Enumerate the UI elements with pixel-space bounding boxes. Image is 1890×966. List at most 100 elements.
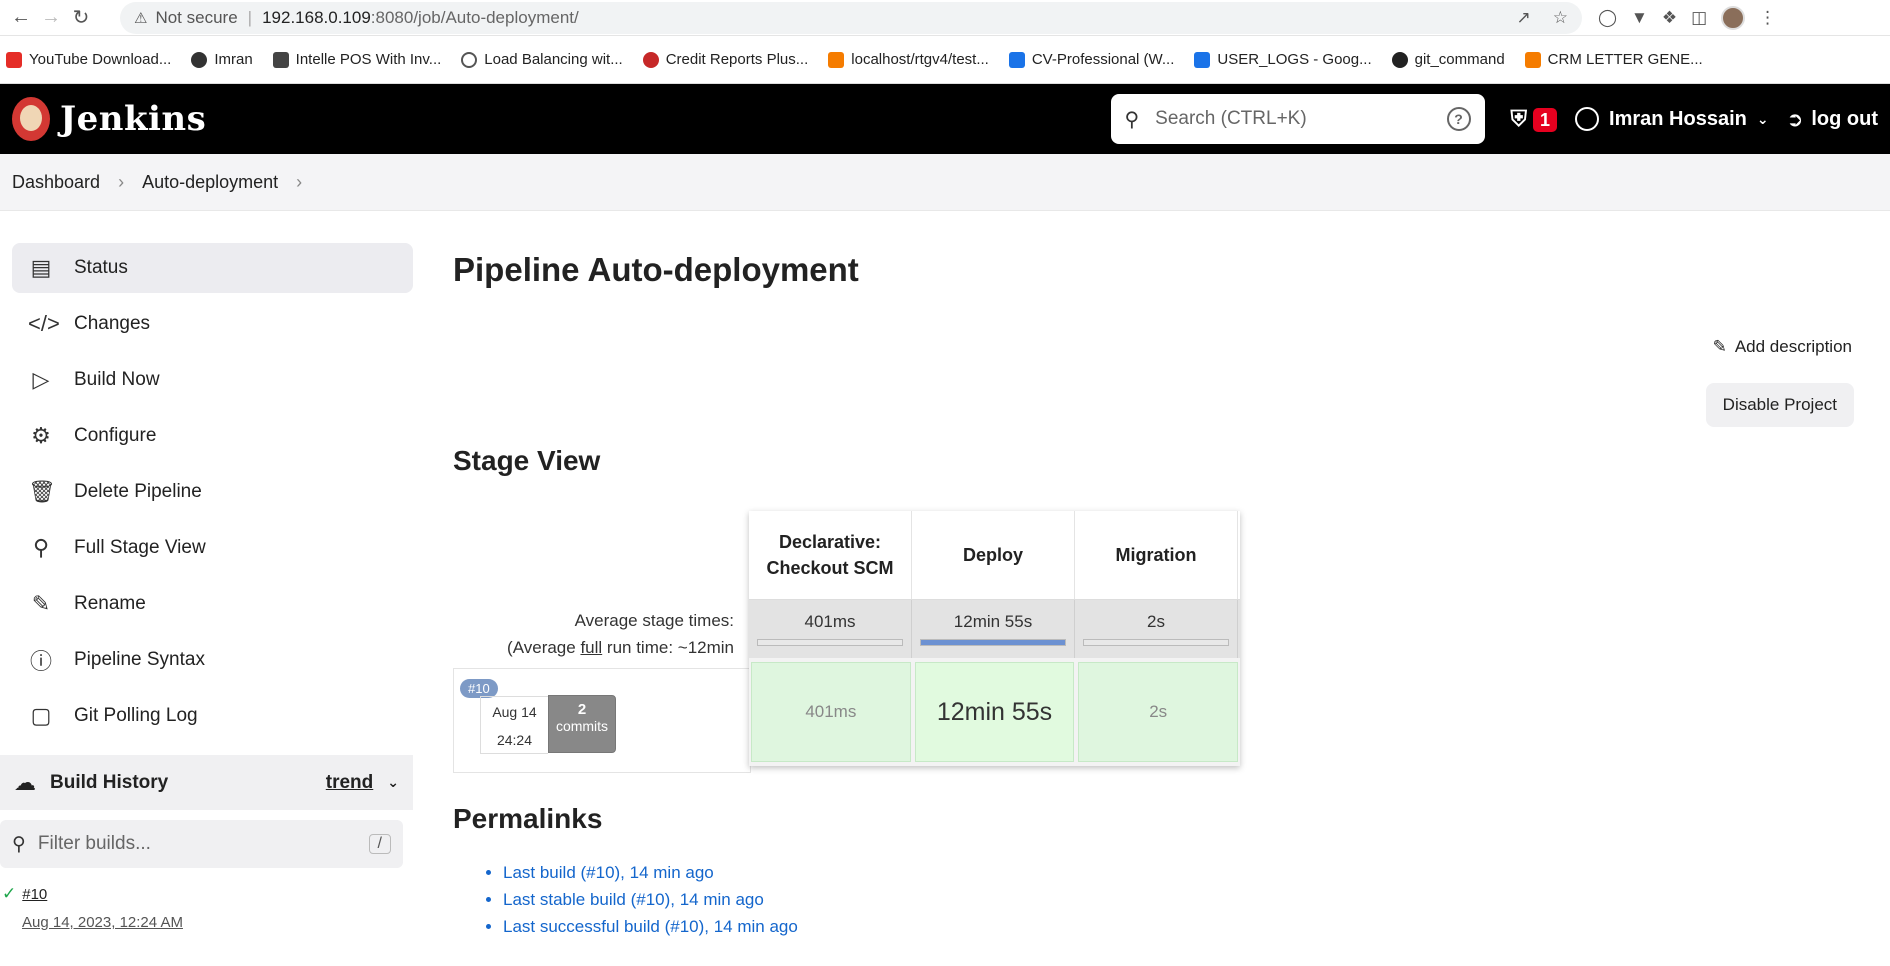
sidebar-item-label: Full Stage View xyxy=(74,537,206,558)
bookmark-item[interactable]: Imran xyxy=(191,51,253,68)
vue-extension-icon[interactable]: ▼ xyxy=(1631,8,1648,28)
build-history-item[interactable]: ✓ #10 Aug 14, 2023, 12:24 AM xyxy=(2,884,413,931)
stage-average-time: 2s xyxy=(1147,612,1165,631)
page-title: Pipeline Auto-deployment xyxy=(453,251,859,288)
stage-average-bar xyxy=(1083,639,1229,646)
breadcrumb-job[interactable]: Auto-deployment xyxy=(142,172,278,193)
user-icon xyxy=(1575,107,1600,131)
reload-icon[interactable]: ↻ xyxy=(66,3,96,33)
sidebar-item-label: Git Polling Log xyxy=(74,705,198,726)
sidebar-item-build-now[interactable]: ▷ Build Now xyxy=(12,355,413,405)
permalink-label[interactable]: Last successful build (#10), 14 min ago xyxy=(503,917,798,936)
bookmark-label: Credit Reports Plus... xyxy=(665,51,809,68)
full-runtime-link[interactable]: full xyxy=(580,638,602,657)
permalinks-title: Permalinks xyxy=(453,803,603,834)
bookmark-item[interactable]: YouTube Download... xyxy=(6,51,171,68)
bookmark-favicon-icon xyxy=(191,51,208,68)
address-bar[interactable]: ⚠ Not secure | 192.168.0.109 :8080/job/A… xyxy=(120,1,1582,34)
sidepanel-icon[interactable]: ◫ xyxy=(1691,8,1707,28)
sidebar-item-pipeline-syntax[interactable]: ⓘ Pipeline Syntax xyxy=(12,635,413,685)
chevron-down-icon[interactable]: ⌄ xyxy=(387,774,399,791)
build-date-link[interactable]: Aug 14, 2023, 12:24 AM xyxy=(22,914,413,931)
help-icon: ⓘ xyxy=(29,649,52,674)
sidebar-item-label: Status xyxy=(74,257,128,278)
stage-header: Deploy xyxy=(912,511,1075,599)
average-times-line: Average stage times: xyxy=(574,611,734,630)
bookmark-item[interactable]: localhost/rtgv4/test... xyxy=(828,51,989,68)
stage-cell-success[interactable]: 12min 55s xyxy=(914,662,1075,762)
trash-icon: 🗑 xyxy=(28,479,56,504)
filter-builds-input[interactable]: ⚲ Filter builds... / xyxy=(0,820,403,868)
security-label: Not secure xyxy=(155,7,238,27)
brand-title[interactable]: Jenkins xyxy=(60,99,206,139)
permalink-item[interactable]: Last stable build (#10), 14 min ago xyxy=(503,886,1890,913)
bookmark-item[interactable]: Load Balancing wit... xyxy=(461,51,623,68)
shield-extension-icon[interactable]: ◯ xyxy=(1598,8,1617,28)
bookmark-label: CV-Professional (W... xyxy=(1031,51,1175,68)
stage-view: Average stage times: (Average full run t… xyxy=(453,511,1293,773)
user-menu[interactable]: Imran Hossain ⌄ xyxy=(1575,107,1769,131)
menu-icon[interactable]: ⋮ xyxy=(1759,8,1776,28)
stage-average-cell: 401ms xyxy=(749,600,912,658)
share-icon[interactable]: ↗ xyxy=(1517,8,1531,28)
stage-cell-success[interactable]: 2s xyxy=(1078,662,1239,762)
bookmark-label: USER_LOGS - Goog... xyxy=(1217,51,1372,68)
build-history-title: Build History xyxy=(50,771,169,793)
stage-cell-success[interactable]: 401ms xyxy=(751,662,911,762)
stage-average-bar xyxy=(920,639,1066,646)
address-separator: | xyxy=(247,7,253,27)
help-icon[interactable]: ? xyxy=(1446,107,1471,131)
sidebar-item-configure[interactable]: ⚙ Configure xyxy=(12,411,413,461)
bookmark-item[interactable]: Credit Reports Plus... xyxy=(642,51,809,68)
back-icon[interactable]: ← xyxy=(6,3,36,33)
sidebar-item-label: Changes xyxy=(74,313,151,334)
search-icon: ⚲ xyxy=(32,535,50,560)
permalink-label[interactable]: Last stable build (#10), 14 min ago xyxy=(503,890,764,909)
commits-badge[interactable]: 2 commits xyxy=(548,695,616,753)
stage-build-row: 401ms 12min 55s 2s xyxy=(749,658,1240,766)
bookmark-item[interactable]: USER_LOGS - Goog... xyxy=(1194,51,1372,68)
sidebar-item-git-polling-log[interactable]: ▢ Git Polling Log xyxy=(12,691,413,741)
security-alert[interactable]: ⛨ 1 xyxy=(1511,106,1558,132)
sidebar-item-label: Pipeline Syntax xyxy=(74,649,205,670)
disable-project-button[interactable]: Disable Project xyxy=(1705,383,1854,427)
sidebar-item-status[interactable]: ▤ Status xyxy=(12,243,413,293)
success-icon: ✓ xyxy=(2,884,17,903)
bookmark-favicon-icon xyxy=(1194,51,1211,68)
star-icon[interactable]: ☆ xyxy=(1553,8,1568,28)
bookmark-item[interactable]: Intelle POS With Inv... xyxy=(272,51,442,68)
sidebar-item-changes[interactable]: </> Changes xyxy=(12,299,413,349)
shield-icon: ⛨ xyxy=(1510,106,1528,131)
stage-header: Migration xyxy=(1075,511,1238,599)
add-description-link[interactable]: ✎ Add description xyxy=(1713,337,1852,357)
permalink-item[interactable]: Last successful build (#10), 14 min ago xyxy=(503,913,1890,940)
bookmark-item[interactable]: git_command xyxy=(1391,51,1505,68)
bookmark-favicon-icon xyxy=(1524,51,1541,68)
bookmark-favicon-icon xyxy=(6,51,22,68)
puzzle-icon[interactable]: ❖ xyxy=(1662,8,1677,28)
breadcrumb-dashboard[interactable]: Dashboard xyxy=(12,172,100,193)
sidebar-item-full-stage-view[interactable]: ⚲ Full Stage View xyxy=(12,523,413,573)
permalink-item[interactable]: Last build (#10), 14 min ago xyxy=(503,859,1890,886)
build-number-link[interactable]: #10 xyxy=(22,886,47,903)
jenkins-header: Jenkins ⚲ Search (CTRL+K) ? ⛨ 1 Imran Hos… xyxy=(0,84,1890,154)
chevron-right-icon[interactable]: › xyxy=(296,172,302,193)
search-placeholder: Search (CTRL+K) xyxy=(1155,108,1307,129)
sidebar-item-rename[interactable]: ✎ Rename xyxy=(12,579,413,629)
chevron-right-icon[interactable]: › xyxy=(118,172,124,193)
bookmark-item[interactable]: CRM LETTER GENE... xyxy=(1524,51,1703,68)
build-row[interactable]: #10 Aug 14 24:24 2 commits xyxy=(453,668,751,773)
bookmark-label: Intelle POS With Inv... xyxy=(295,51,442,68)
stage-view-title: Stage View xyxy=(453,445,601,476)
jenkins-logo[interactable] xyxy=(12,97,50,141)
logout-link[interactable]: ➲ log out xyxy=(1787,107,1878,132)
permalink-label[interactable]: Last build (#10), 14 min ago xyxy=(503,863,714,882)
url-host: 192.168.0.109 xyxy=(262,7,371,27)
forward-icon[interactable]: → xyxy=(36,3,66,33)
profile-avatar[interactable] xyxy=(1721,5,1746,30)
bookmark-item[interactable]: CV-Professional (W... xyxy=(1008,51,1175,68)
search-input[interactable]: ⚲ Search (CTRL+K) ? xyxy=(1110,94,1485,144)
sidebar-item-delete-pipeline[interactable]: 🗑 Delete Pipeline xyxy=(12,467,413,517)
stage-average-bar xyxy=(757,639,903,646)
trend-link[interactable]: trend xyxy=(326,772,374,794)
